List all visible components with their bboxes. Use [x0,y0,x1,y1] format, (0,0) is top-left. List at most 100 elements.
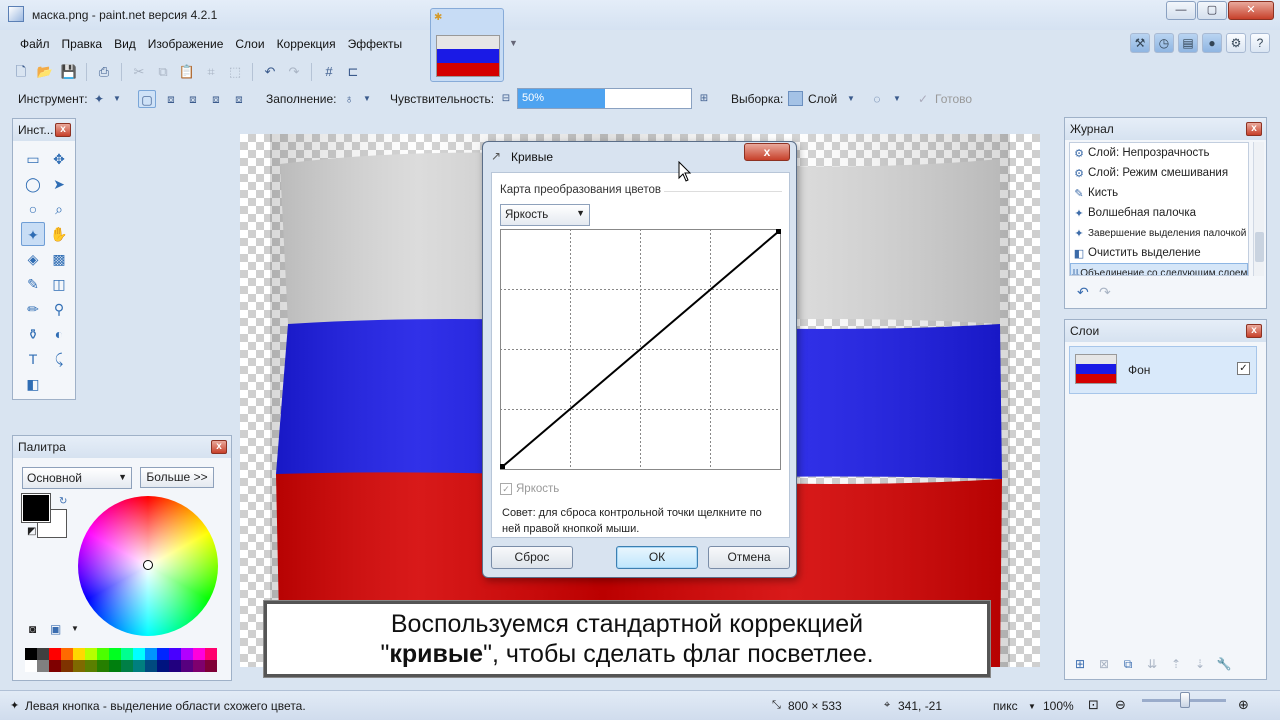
palette-swatch[interactable] [181,660,193,672]
palette-swatch[interactable] [97,660,109,672]
sensitivity-slider[interactable]: 50% [517,88,692,109]
history-item[interactable]: ✎ Кисть [1070,183,1248,203]
deselect-icon[interactable]: ⬚ [224,61,246,83]
gradient-icon[interactable]: ▩ [47,247,71,271]
ok-button[interactable]: ОК [616,546,698,569]
close-button[interactable]: ✕ [1228,1,1274,20]
palette-swatch[interactable] [73,648,85,660]
reset-colors-icon[interactable]: ◩ [27,526,36,537]
palette-swatch[interactable] [85,648,97,660]
palette-swatch[interactable] [61,660,73,672]
palette-swatch[interactable] [121,648,133,660]
units-chevron-icon[interactable]: ▼ [1028,702,1036,711]
maximize-button[interactable]: ▢ [1197,1,1227,20]
palette-swatch[interactable] [109,660,121,672]
menu-file[interactable]: Файл [14,34,56,56]
rectangle-select-icon[interactable]: ▭ [21,147,45,171]
layers-toggle-icon[interactable]: ▤ [1178,33,1198,53]
curve-control-point-end[interactable] [776,229,781,234]
zoom-level[interactable]: 100% [1043,699,1074,713]
palette-swatch[interactable] [97,648,109,660]
add-layer-icon[interactable]: ⊞ [1071,655,1089,673]
tools-toggle-icon[interactable]: ⚒ [1130,33,1150,53]
curves-mode-select[interactable]: Яркость ▼ [500,204,590,226]
luminosity-checkbox-row[interactable]: ✓ Яркость [500,483,559,495]
pan-hand-icon[interactable]: ✋ [47,222,71,246]
palette-swatch[interactable] [193,660,205,672]
menu-view[interactable]: Вид [108,34,142,56]
sensitivity-increase-icon[interactable]: ⊞ [695,90,713,108]
units-select[interactable]: пикс [993,699,1018,713]
palette-swatch[interactable] [145,648,157,660]
palette-more-button[interactable]: Больше >> [140,467,214,488]
palette-swatch[interactable] [181,648,193,660]
history-item[interactable]: ✦ Завершение выделения палочкой [1070,223,1248,243]
recolor-icon[interactable]: ◐ [47,322,71,346]
palette-swatch[interactable] [133,648,145,660]
history-scrollbar[interactable] [1253,142,1264,276]
history-undo-icon[interactable]: ↶ [1077,284,1089,301]
magic-wand-icon[interactable]: ✦ [90,90,108,108]
undo-icon[interactable]: ↶ [259,61,281,83]
eraser-icon[interactable]: ◫ [47,272,71,296]
palette-swatch[interactable] [49,648,61,660]
history-panel-close-icon[interactable]: x [1246,122,1262,136]
copy-icon[interactable]: ⧉ [152,61,174,83]
text-icon[interactable]: T [21,347,45,371]
selection-mode-subtract-icon[interactable]: ⧈ [184,90,202,108]
layer-properties-icon[interactable]: 🔧 [1215,655,1233,673]
move-selection-icon[interactable]: ➤ [47,172,71,196]
history-item[interactable]: ⚙ Слой: Непрозрачность [1070,143,1248,163]
palette-swatch[interactable] [73,660,85,672]
history-redo-icon[interactable]: ↷ [1099,284,1111,301]
open-folder-icon[interactable]: 📂 [34,61,56,83]
zoom-in-icon[interactable]: ⊕ [1238,697,1249,713]
selection-mode-invert-icon[interactable]: ⧈ [230,90,248,108]
curve-editor[interactable] [500,229,783,471]
palette-swatch[interactable] [61,648,73,660]
paint-bucket-icon[interactable]: ◈ [21,247,45,271]
tools-panel-close-icon[interactable]: x [55,123,71,137]
palette-swatch[interactable] [205,660,217,672]
palette-swatch[interactable] [37,660,49,672]
rulers-icon[interactable]: ⊏ [342,61,364,83]
minimize-button[interactable]: — [1166,1,1196,20]
history-toggle-icon[interactable]: ◷ [1154,33,1174,53]
crop-icon[interactable]: ⌗ [200,61,222,83]
image-tab-maska[interactable]: ✱ [430,8,504,82]
move-layer-up-icon[interactable]: ⇡ [1167,655,1185,673]
flood-mode-icon[interactable]: ♁ [340,90,358,108]
palette-menu-icon[interactable]: ▣ [50,622,61,636]
grid-icon[interactable]: # [318,61,340,83]
help-icon[interactable]: ? [1250,33,1270,53]
palette-swatch[interactable] [109,648,121,660]
zoom-out-icon[interactable]: ⊖ [1115,697,1126,713]
tool-dropdown-chevron-icon[interactable]: ▼ [108,90,126,108]
cancel-button[interactable]: Отмена [708,546,790,569]
palette-swatch[interactable] [157,660,169,672]
history-item-current[interactable]: ⇊ Объединение со следующим слоем [1070,263,1248,275]
layer-row-background[interactable]: Фон ✓ [1069,346,1257,394]
menu-edit[interactable]: Правка [56,34,109,56]
layer-visibility-checkbox[interactable]: ✓ [1237,362,1250,375]
move-layer-down-icon[interactable]: ⇣ [1191,655,1209,673]
antialias-icon[interactable]: ◌ [868,90,886,108]
duplicate-layer-icon[interactable]: ⧉ [1119,655,1137,673]
history-item[interactable]: ◧ Очистить выделение [1070,243,1248,263]
palette-swatch[interactable] [169,660,181,672]
pencil-icon[interactable]: ✏ [21,297,45,321]
cut-icon[interactable]: ✂ [128,61,150,83]
palette-swatch[interactable] [205,648,217,660]
primary-color-swatch[interactable] [21,493,51,523]
ellipse-select-icon[interactable]: ○ [21,197,45,221]
settings-gear-icon[interactable]: ⚙ [1226,33,1246,53]
colors-toggle-icon[interactable]: ● [1202,33,1222,53]
paste-icon[interactable]: 📋 [176,61,198,83]
palette-swatch[interactable] [49,660,61,672]
new-file-icon[interactable]: 🗋 [10,61,32,83]
clone-stamp-icon[interactable]: ⚱ [21,322,45,346]
palette-swatch[interactable] [25,660,37,672]
palette-swatch[interactable] [121,660,133,672]
palette-panel-close-icon[interactable]: x [211,440,227,454]
color-wheel-marker[interactable] [143,560,153,570]
